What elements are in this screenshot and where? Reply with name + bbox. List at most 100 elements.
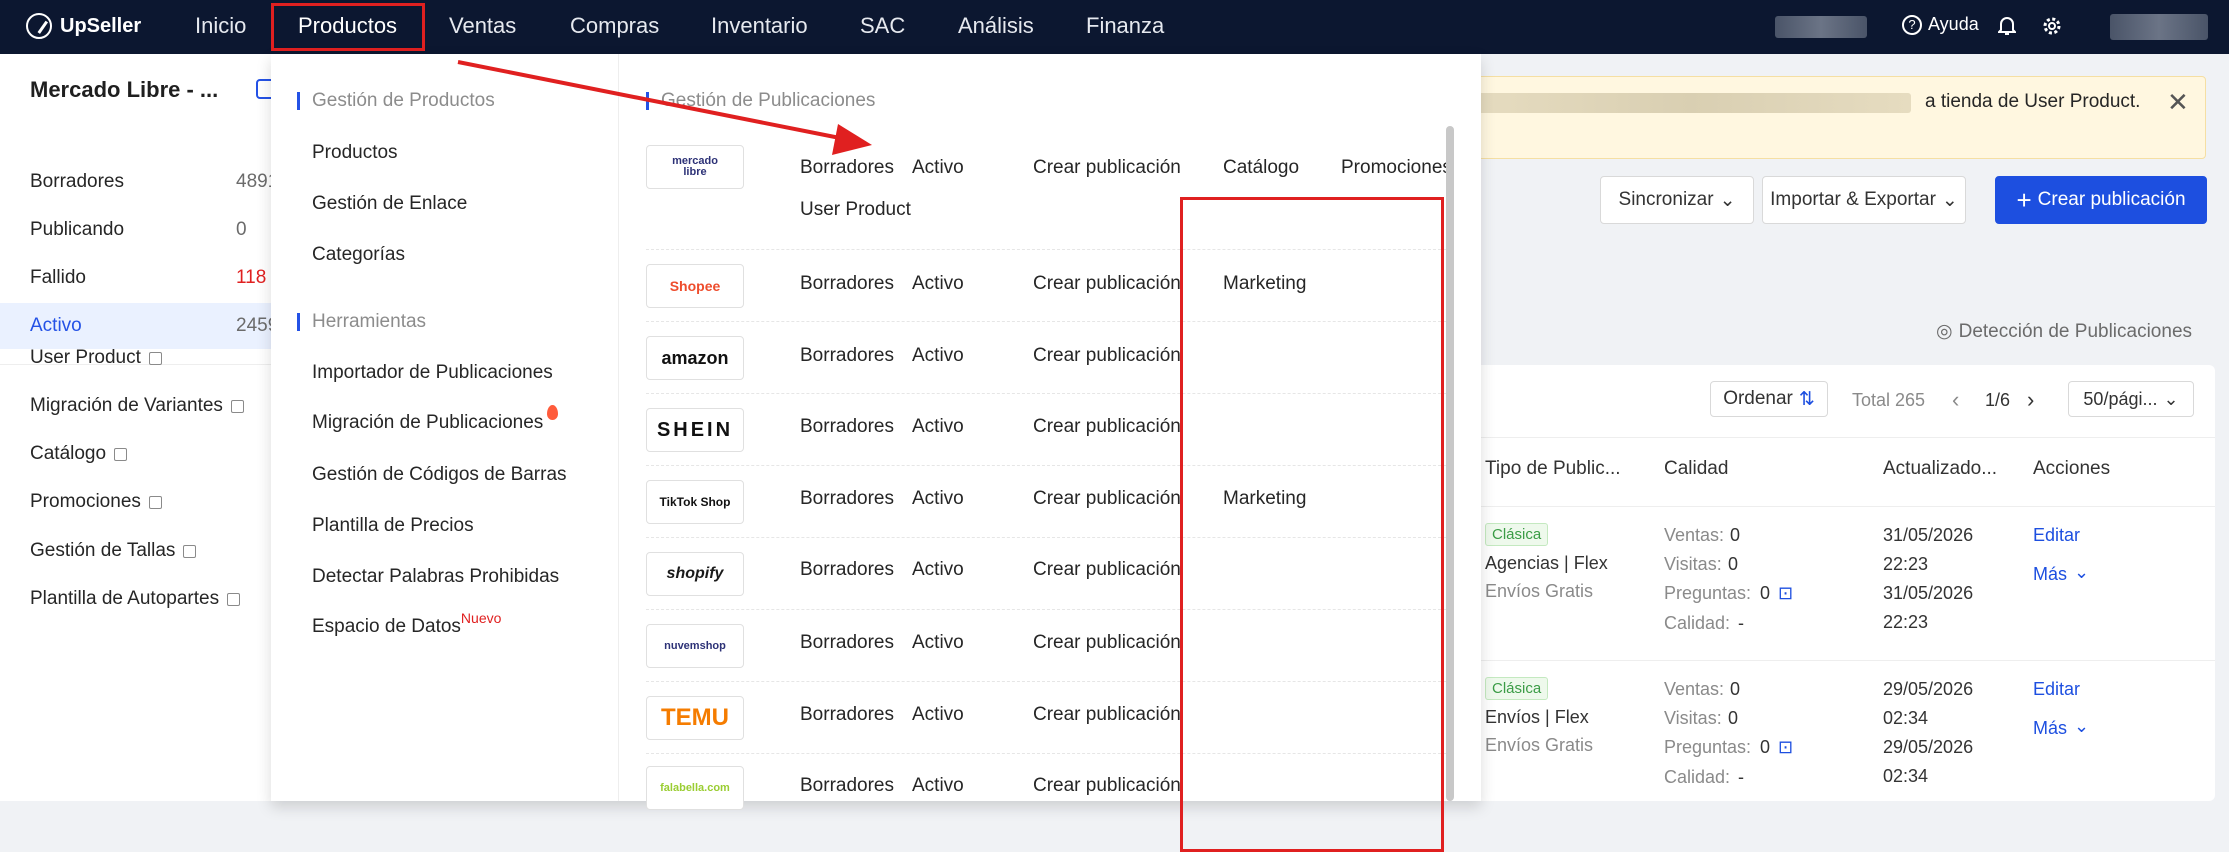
menu-item-productos[interactable]: Productos: [312, 142, 398, 164]
link-label: Detección de Publicaciones: [1958, 320, 2193, 342]
gear-icon[interactable]: [2041, 15, 2063, 37]
next-page-icon[interactable]: ›: [2027, 387, 2034, 413]
link-borradores[interactable]: Borradores: [800, 632, 894, 654]
link-activo[interactable]: Activo: [912, 345, 964, 367]
nav-inventario[interactable]: Inventario: [711, 13, 808, 39]
editar-link[interactable]: Editar: [2033, 525, 2080, 546]
link-activo[interactable]: Activo: [912, 704, 964, 726]
created-time: 22:23: [1883, 612, 1929, 632]
calidad-label: Calidad:: [1664, 767, 1731, 787]
sidebar-item-publicando[interactable]: Publicando 0: [0, 207, 272, 253]
bell-icon[interactable]: [1996, 15, 2018, 35]
link-activo[interactable]: Activo: [912, 559, 964, 581]
link-borradores[interactable]: Borradores: [800, 273, 894, 295]
link-label: Plantilla de Autopartes: [30, 588, 220, 609]
link-crear-publicacion[interactable]: Crear publicación: [1033, 775, 1181, 797]
link-crear-publicacion[interactable]: Crear publicación: [1033, 157, 1181, 179]
menu-item-categorias[interactable]: Categorías: [312, 244, 405, 266]
updated-date: 31/05/2026: [1883, 525, 1974, 545]
deteccion-link[interactable]: ◎ Detección de Publicaciones: [1936, 320, 2192, 343]
preguntas-value: 0: [1760, 583, 1771, 603]
section-gestion-productos: Gestión de Productos: [297, 91, 495, 110]
link-catalogo[interactable]: Catálogo: [1223, 157, 1299, 179]
brand-logo[interactable]: UpSeller: [26, 13, 141, 39]
col-actualizado: Actualizado...: [1883, 458, 1998, 479]
created-date: 31/05/2026: [1883, 583, 1974, 603]
nav-sac[interactable]: SAC: [860, 13, 905, 39]
link-crear-publicacion[interactable]: Crear publicación: [1033, 273, 1181, 295]
menu-item-codigos-barras[interactable]: Gestión de Códigos de Barras: [312, 464, 567, 486]
nav-ventas[interactable]: Ventas: [449, 13, 516, 39]
link-borradores[interactable]: Borradores: [800, 157, 894, 179]
sidebar-link-autopartes[interactable]: Plantilla de Autopartes: [30, 588, 241, 610]
mas-dropdown[interactable]: Más: [2033, 564, 2067, 585]
link-borradores[interactable]: Borradores: [800, 704, 894, 726]
questions-icon[interactable]: ⊡: [1778, 583, 1793, 604]
menu-item-espacio-datos[interactable]: Espacio de DatosNuevo: [312, 610, 501, 638]
sincronizar-button[interactable]: Sincronizar ⌄: [1600, 176, 1754, 224]
help-link[interactable]: ? Ayuda: [1902, 14, 1979, 35]
importar-exportar-button[interactable]: Importar & Exportar ⌄: [1762, 176, 1966, 224]
sidebar-link-catalogo[interactable]: Catálogo: [30, 443, 128, 465]
sidebar-link-migracion[interactable]: Migración de Variantes: [30, 395, 244, 417]
menu-item-palabras-prohibidas[interactable]: Detectar Palabras Prohibidas: [312, 566, 559, 588]
link-crear-publicacion[interactable]: Crear publicación: [1033, 488, 1181, 510]
sidebar-item-fallido[interactable]: Fallido 118: [0, 255, 272, 301]
link-crear-publicacion[interactable]: Crear publicación: [1033, 559, 1181, 581]
preguntas-label: Preguntas:: [1664, 583, 1752, 603]
menu-item-plantilla-precios[interactable]: Plantilla de Precios: [312, 515, 474, 537]
nav-finanza[interactable]: Finanza: [1086, 13, 1164, 39]
sidebar-item-activo[interactable]: Activo 2459: [0, 303, 278, 349]
nav-analisis[interactable]: Análisis: [958, 13, 1034, 39]
temu-logo: TEMU: [646, 696, 744, 740]
nav-inicio[interactable]: Inicio: [195, 13, 246, 39]
link-activo[interactable]: Activo: [912, 488, 964, 510]
link-borradores[interactable]: Borradores: [800, 416, 894, 438]
questions-icon[interactable]: ⊡: [1778, 737, 1793, 758]
menu-item-migracion[interactable]: Migración de Publicaciones: [312, 405, 559, 434]
sidebar-link-tallas[interactable]: Gestión de Tallas: [30, 540, 197, 562]
menu-item-label: Migración de Publicaciones: [312, 412, 544, 433]
link-activo[interactable]: Activo: [912, 775, 964, 797]
link-label: Gestión de Tallas: [30, 540, 176, 561]
amazon-logo: amazon: [646, 336, 744, 380]
link-promociones[interactable]: Promociones: [1341, 157, 1452, 179]
nav-productos[interactable]: Productos: [298, 13, 397, 39]
sidebar-link-user-product[interactable]: User Product: [30, 347, 162, 369]
nav-compras[interactable]: Compras: [570, 13, 659, 39]
link-crear-publicacion[interactable]: Crear publicación: [1033, 416, 1181, 438]
productos-dropdown-menu: Gestión de Productos Productos Gestión d…: [271, 54, 1481, 852]
ventas-label: Ventas:: [1664, 679, 1725, 699]
link-crear-publicacion[interactable]: Crear publicación: [1033, 632, 1181, 654]
sidebar-link-promociones[interactable]: Promociones: [30, 491, 162, 513]
shipping-type: Envíos | Flex: [1485, 707, 1589, 727]
menu-item-gestion-enlace[interactable]: Gestión de Enlace: [312, 193, 467, 215]
link-borradores[interactable]: Borradores: [800, 775, 894, 797]
link-crear-publicacion[interactable]: Crear publicación: [1033, 704, 1181, 726]
per-page-select[interactable]: 50/pági... ⌄: [2068, 381, 2194, 417]
menu-item-importador[interactable]: Importador de Publicaciones: [312, 362, 553, 384]
calidad-label: Calidad:: [1664, 613, 1731, 633]
close-icon[interactable]: ✕: [2167, 87, 2189, 118]
link-borradores[interactable]: Borradores: [800, 345, 894, 367]
ordenar-button[interactable]: Ordenar ⇅: [1710, 381, 1828, 417]
updated-date: 29/05/2026: [1883, 679, 1974, 699]
blurred-account: [1775, 16, 1867, 38]
link-crear-publicacion[interactable]: Crear publicación: [1033, 345, 1181, 367]
link-user-product[interactable]: User Product: [800, 199, 911, 221]
crear-publicacion-button[interactable]: + Crear publicación: [1995, 176, 2207, 224]
link-activo[interactable]: Activo: [912, 157, 964, 179]
updated-time: 22:23: [1883, 554, 1929, 574]
prev-page-icon[interactable]: ‹: [1952, 387, 1959, 413]
link-activo[interactable]: Activo: [912, 273, 964, 295]
col-calidad: Calidad: [1664, 458, 1729, 479]
sidebar-item-borradores[interactable]: Borradores 4891: [0, 159, 278, 205]
editar-link[interactable]: Editar: [2033, 679, 2080, 700]
mas-dropdown[interactable]: Más: [2033, 718, 2067, 739]
link-borradores[interactable]: Borradores: [800, 559, 894, 581]
ventas-value: 0: [1730, 525, 1741, 545]
menu-scrollbar[interactable]: [1446, 126, 1454, 801]
link-borradores[interactable]: Borradores: [800, 488, 894, 510]
link-activo[interactable]: Activo: [912, 416, 964, 438]
link-activo[interactable]: Activo: [912, 632, 964, 654]
